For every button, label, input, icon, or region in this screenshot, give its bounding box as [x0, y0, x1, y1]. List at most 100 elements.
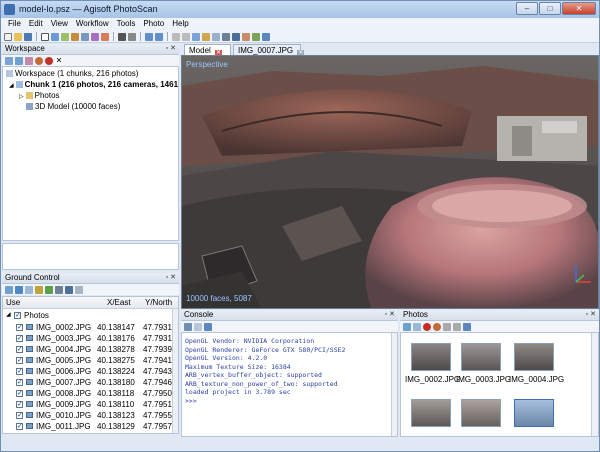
close-window-button[interactable]: ✕ — [562, 2, 596, 15]
remove-items-icon[interactable]: ✕ — [55, 56, 63, 65]
remove-photos-icon[interactable] — [413, 322, 421, 331]
maximize-button[interactable]: □ — [539, 2, 561, 15]
navigation-icon[interactable] — [51, 32, 59, 41]
run-script-icon[interactable] — [204, 322, 212, 331]
panel-float-close-icon[interactable]: ▫ ✕ — [166, 273, 176, 283]
free-form-selection-icon[interactable] — [71, 32, 79, 41]
settings-icon[interactable] — [25, 285, 33, 294]
undo-icon[interactable] — [145, 32, 153, 41]
rectangle-selection-icon[interactable] — [61, 32, 69, 41]
table-row[interactable]: IMG_0002.JPG40.13814747.793174 — [3, 322, 178, 333]
console-vertical-scrollbar[interactable] — [391, 333, 397, 436]
menu-view[interactable]: View — [47, 18, 72, 31]
point-cloud-icon[interactable] — [202, 32, 210, 41]
save-log-icon[interactable] — [184, 322, 192, 331]
panel-float-close-icon[interactable]: ▫ ✕ — [166, 44, 176, 54]
rotate-region-icon[interactable] — [101, 32, 109, 41]
menu-help[interactable]: Help — [168, 18, 192, 31]
open-folder-icon[interactable] — [14, 32, 22, 41]
save-icon[interactable] — [24, 32, 32, 41]
add-marker-icon[interactable] — [35, 285, 43, 294]
zoom-out-icon[interactable] — [453, 322, 461, 331]
zoom-in-icon[interactable] — [172, 32, 180, 41]
photo-thumbnail-selected[interactable] — [514, 399, 554, 427]
solid-model-icon[interactable] — [222, 32, 230, 41]
photo-thumbnail[interactable] — [461, 343, 501, 371]
table-row[interactable]: IMG_0009.JPG40.13811047.795194 — [3, 399, 178, 410]
expand-arrow-icon[interactable]: ◢ — [6, 310, 11, 321]
model-viewport[interactable]: Perspective 10000 faces, 5087 — [181, 55, 599, 309]
use-checkbox[interactable] — [16, 344, 23, 355]
photos-group-row[interactable]: ◢ Photos — [3, 310, 178, 321]
resize-region-icon[interactable] — [91, 32, 99, 41]
show-cameras-icon[interactable] — [252, 32, 260, 41]
tab-photo[interactable]: IMG_0007.JPG ✕ — [233, 44, 305, 57]
delete-selection-icon[interactable] — [118, 32, 126, 41]
redo-icon[interactable] — [155, 32, 163, 41]
photos-vertical-scrollbar[interactable] — [591, 333, 598, 436]
enable-icon[interactable] — [35, 56, 43, 65]
textured-model-icon[interactable] — [242, 32, 250, 41]
use-checkbox[interactable] — [16, 388, 23, 399]
move-region-icon[interactable] — [81, 32, 89, 41]
table-row[interactable]: IMG_0004.JPG40.13827847.793904 — [3, 344, 178, 355]
table-row[interactable]: IMG_0006.JPG40.13822447.794391 — [3, 366, 178, 377]
use-checkbox[interactable] — [16, 410, 23, 421]
photos-node[interactable]: ▷ Photos — [19, 91, 60, 101]
export-icon[interactable] — [15, 285, 23, 294]
table-vertical-scrollbar[interactable] — [172, 309, 178, 433]
chunk-node[interactable]: ◢ Chunk 1 (216 photos, 216 cameras, 14616… — [9, 80, 178, 90]
photo-thumbnail[interactable] — [514, 343, 554, 371]
panel-float-close-icon[interactable]: ▫ ✕ — [586, 310, 596, 320]
use-checkbox[interactable] — [16, 421, 23, 432]
view-mode-icon[interactable] — [463, 322, 471, 331]
reset-view-icon[interactable] — [192, 32, 200, 41]
table-row[interactable]: IMG_0008.JPG40.13811847.795009 — [3, 388, 178, 399]
table-row[interactable]: IMG_0010.JPG40.13812347.795574 — [3, 410, 178, 421]
table-row[interactable]: IMG_0005.JPG40.13827547.794154 — [3, 355, 178, 366]
model-node[interactable]: 3D Model (10000 faces) — [26, 102, 120, 112]
add-masks-icon[interactable] — [25, 56, 33, 65]
tab-model[interactable]: Model ✕ — [184, 44, 231, 57]
menu-edit[interactable]: Edit — [25, 18, 47, 31]
table-row[interactable]: IMG_0003.JPG40.13817647.793160 — [3, 333, 178, 344]
wireframe-icon[interactable] — [232, 32, 240, 41]
view-source-icon[interactable] — [55, 285, 63, 294]
photo-thumbnail[interactable] — [411, 399, 451, 427]
new-file-icon[interactable] — [4, 32, 12, 41]
column-header-use[interactable]: Use — [6, 298, 20, 307]
add-chunk-icon[interactable] — [5, 56, 13, 65]
crop-selection-icon[interactable] — [128, 32, 136, 41]
use-checkbox[interactable] — [16, 366, 23, 377]
table-row[interactable]: IMG_0007.JPG40.13818047.794624 — [3, 377, 178, 388]
use-checkbox[interactable] — [16, 333, 23, 344]
show-region-icon[interactable] — [262, 32, 270, 41]
menu-file[interactable]: File — [4, 18, 25, 31]
group-checkbox[interactable] — [14, 310, 21, 321]
shaded-model-icon[interactable] — [212, 32, 220, 41]
column-header-y[interactable]: Y/North — [145, 298, 172, 307]
menu-workflow[interactable]: Workflow — [72, 18, 113, 31]
add-photos-icon[interactable] — [15, 56, 23, 65]
import-icon[interactable] — [5, 285, 13, 294]
add-photos-icon[interactable] — [403, 322, 411, 331]
menu-tools[interactable]: Tools — [113, 18, 140, 31]
select-tool-icon[interactable] — [41, 32, 49, 41]
photo-thumbnail[interactable] — [411, 343, 451, 371]
clear-log-icon[interactable] — [194, 322, 202, 331]
update-icon[interactable] — [45, 285, 53, 294]
zoom-out-icon[interactable] — [182, 32, 190, 41]
view-estimated-icon[interactable] — [65, 285, 73, 294]
use-checkbox[interactable] — [16, 399, 23, 410]
enable-camera-icon[interactable] — [433, 322, 441, 331]
use-checkbox[interactable] — [16, 355, 23, 366]
zoom-in-icon[interactable] — [443, 322, 451, 331]
use-checkbox[interactable] — [16, 322, 23, 333]
console-output[interactable]: OpenGL Vendor: NVIDIA Corporation OpenGL … — [181, 332, 398, 437]
column-header-x[interactable]: X/East — [107, 298, 131, 307]
photo-thumbnail[interactable] — [461, 399, 501, 427]
collapse-arrow-icon[interactable]: ▷ — [19, 94, 24, 100]
disable-camera-icon[interactable] — [423, 322, 431, 331]
minimize-button[interactable]: – — [516, 2, 538, 15]
workspace-root-node[interactable]: Workspace (1 chunks, 216 photos) — [6, 69, 138, 79]
